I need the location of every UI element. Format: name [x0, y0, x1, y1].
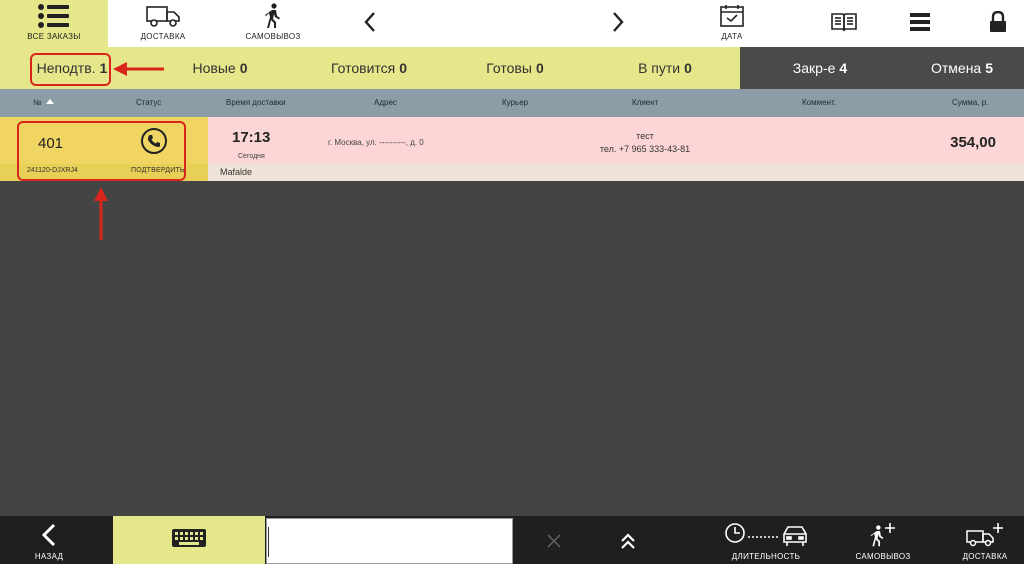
column-status[interactable]: Статус [136, 89, 161, 117]
pickup-label: САМОВЫВОЗ [245, 32, 301, 41]
tab-unconfirmed[interactable]: Неподтв. 1 [26, 47, 118, 89]
column-address[interactable]: Адрес [374, 89, 397, 117]
tab-cooking[interactable]: Готовится 0 [316, 47, 422, 89]
tab-count: 0 [239, 60, 248, 76]
column-courier[interactable]: Курьер [502, 89, 528, 117]
new-pickup-label: САМОВЫВОЗ [855, 552, 911, 561]
column-number[interactable]: № [33, 89, 54, 117]
new-delivery-label: ДОСТАВКА [962, 552, 1008, 561]
order-code: 241120-DJXRJ4 [27, 167, 78, 174]
date-button[interactable]: ДАТА [700, 0, 764, 47]
hamburger-icon [898, 8, 942, 36]
tab-count: 1 [99, 60, 108, 76]
all-orders-label: ВСЕ ЗАКАЗЫ [27, 32, 81, 41]
prev-date-button[interactable] [350, 0, 390, 47]
tab-count: 0 [399, 60, 408, 76]
phone-icon[interactable] [140, 127, 168, 155]
scroll-top-button[interactable] [608, 516, 648, 564]
sort-up-icon [45, 99, 54, 104]
walking-person-icon [218, 2, 328, 30]
tab-label: Новые [192, 60, 236, 76]
client-phone: тел. +7 965 333-43-81 [599, 144, 691, 154]
tab-label: Готовится [330, 60, 396, 76]
delivery-button[interactable]: ДОСТАВКА [108, 0, 218, 47]
client-info: тест тел. +7 965 333-43-81 [590, 130, 700, 156]
duration-icon [716, 520, 816, 550]
lock-button[interactable] [976, 0, 1020, 47]
calendar-icon [700, 2, 764, 30]
book-icon [820, 8, 868, 36]
column-headers: № Статус Время доставки Адрес Курьер Кли… [0, 89, 1024, 117]
text-caret [268, 527, 269, 557]
column-delivery-time[interactable]: Время доставки [226, 89, 286, 117]
duration-label: ДЛИТЕЛЬНОСТЬ [731, 552, 801, 561]
tab-cancelled[interactable]: Отмена 5 [912, 47, 1012, 89]
tab-count: 5 [985, 60, 994, 76]
top-toolbar: ВСЕ ЗАКАЗЫ ДОСТАВКА САМОВЫВОЗ ДАТА [0, 0, 1024, 47]
duration-button[interactable]: ДЛИТЕЛЬНОСТЬ [716, 516, 816, 564]
chevron-right-icon [598, 8, 638, 36]
back-label: НАЗАД [34, 552, 64, 561]
clear-search-button[interactable] [534, 516, 574, 564]
tab-label: Готовы [486, 60, 532, 76]
tab-label: В пути [638, 60, 681, 76]
column-comment[interactable]: Коммент. [802, 89, 836, 117]
delivery-label: ДОСТАВКА [140, 32, 186, 41]
order-sum: 354,00 [950, 134, 996, 151]
tab-on-the-way[interactable]: В пути 0 [620, 47, 710, 89]
delivery-time: 17:13 [232, 129, 271, 146]
delivery-address: г. Москва, ул. ----------, д. 0 [328, 138, 424, 147]
new-pickup-button[interactable]: САМОВЫВОЗ [848, 516, 918, 564]
bottom-toolbar: НАЗАД ДЛИТЕЛЬНОСТЬ САМОВЫВОЗ ДОСТАВКА [0, 516, 1024, 564]
tab-ready[interactable]: Готовы 0 [470, 47, 560, 89]
tab-closed[interactable]: Закр-е 4 [770, 47, 870, 89]
order-comment: Mafalde [220, 167, 253, 177]
pickup-button[interactable]: САМОВЫВОЗ [218, 0, 328, 47]
column-sum[interactable]: Сумма, р. [952, 89, 988, 117]
client-name: тест [636, 131, 654, 141]
double-chevron-up-icon [608, 526, 648, 556]
delivery-day: Сегодня [238, 153, 265, 160]
menu-button[interactable] [898, 0, 942, 47]
annotation-arrow-up-icon [94, 187, 108, 240]
search-input[interactable] [267, 519, 512, 563]
tab-count: 0 [684, 60, 692, 76]
tab-label: Закр-е [792, 60, 836, 76]
keyboard-button[interactable] [113, 516, 265, 564]
column-client[interactable]: Клиент [632, 89, 658, 117]
tab-label: Отмена [930, 60, 982, 76]
list-icon [0, 2, 108, 30]
next-date-button[interactable] [598, 0, 638, 47]
search-field[interactable] [266, 518, 513, 564]
truck-icon [108, 2, 218, 30]
order-comment-cell [208, 164, 1024, 181]
close-icon [534, 526, 574, 556]
tab-label: Неподтв. [36, 60, 96, 76]
order-number: 401 [38, 135, 64, 152]
journal-button[interactable] [820, 0, 868, 47]
column-number-label: № [33, 98, 42, 107]
tab-count: 4 [839, 60, 848, 76]
all-orders-button[interactable]: ВСЕ ЗАКАЗЫ [0, 0, 108, 47]
walking-person-plus-icon [848, 520, 918, 550]
keyboard-icon [171, 528, 207, 553]
date-label: ДАТА [721, 32, 743, 41]
back-button[interactable]: НАЗАД [14, 516, 84, 564]
status-tabs: Неподтв. 1 Новые 0 Готовится 0 Готовы 0 В пу… [0, 47, 1024, 89]
new-delivery-button[interactable]: ДОСТАВКА [952, 516, 1018, 564]
lock-icon [976, 8, 1020, 36]
confirm-order-button[interactable]: ПОДТВЕРДИТЬ [131, 167, 185, 174]
tab-count: 0 [535, 60, 544, 76]
chevron-left-icon [350, 8, 390, 36]
truck-plus-icon [952, 520, 1018, 550]
tab-new[interactable]: Новые 0 [170, 47, 270, 89]
chevron-left-icon [14, 520, 84, 550]
